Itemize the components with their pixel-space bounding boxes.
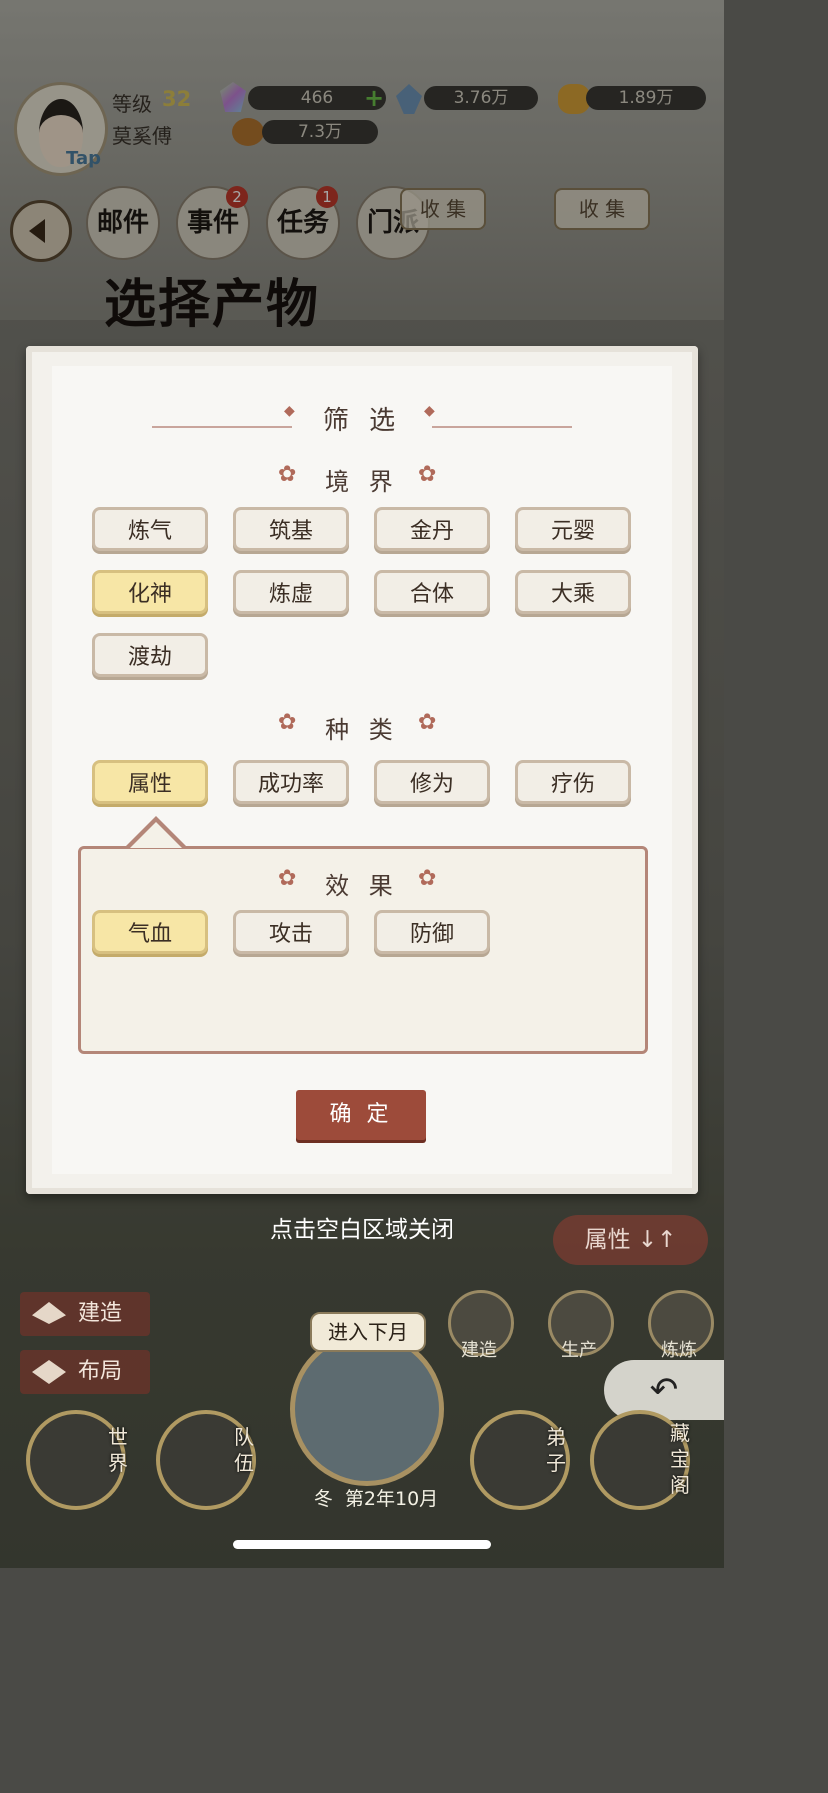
build-label: 建造 — [78, 1301, 123, 1326]
diamond-icon: ◆ — [284, 403, 295, 419]
realm-option[interactable]: 金丹 — [374, 507, 490, 551]
side-forge-label: 炼炼 — [661, 1340, 697, 1361]
world-label: 世界 — [108, 1425, 128, 1475]
realm-option[interactable]: 元婴 — [515, 507, 631, 551]
sort-button[interactable]: 属性 ↓↑ — [553, 1215, 708, 1265]
type-option[interactable]: 成功率 — [233, 760, 349, 804]
side-produce-label: 生产 — [561, 1340, 597, 1361]
treasure-pavilion-label: 藏宝阁 — [670, 1421, 690, 1497]
effect-option[interactable]: 攻击 — [233, 910, 349, 954]
effect-option-selected[interactable]: 气血 — [92, 910, 208, 954]
date-label: 第2年10月 — [344, 1488, 439, 1510]
type-option[interactable]: 疗伤 — [515, 760, 631, 804]
disciples-label: 弟子 — [546, 1425, 566, 1475]
filter-title: 筛 选 — [322, 406, 402, 436]
flower-icon: ✿ — [278, 710, 297, 735]
type-title: 种 类 — [325, 716, 399, 744]
home-indicator[interactable] — [233, 1540, 491, 1549]
realm-title: 境 界 — [325, 468, 399, 496]
realm-option[interactable]: 炼虚 — [233, 570, 349, 614]
header-divider-left — [152, 426, 292, 428]
layout-label: 布局 — [78, 1359, 123, 1384]
realm-option[interactable]: 大乘 — [515, 570, 631, 614]
flower-icon: ✿ — [278, 462, 297, 487]
side-build-label: 建造 — [461, 1340, 497, 1361]
type-option[interactable]: 修为 — [374, 760, 490, 804]
realm-option[interactable]: 筑基 — [233, 507, 349, 551]
season-dial[interactable] — [290, 1332, 444, 1486]
return-arrow-icon[interactable]: ↶ — [604, 1360, 724, 1420]
realm-option[interactable]: 合体 — [374, 570, 490, 614]
header-divider-right — [432, 426, 572, 428]
effect-option[interactable]: 防御 — [374, 910, 490, 954]
confirm-button[interactable]: 确 定 — [296, 1090, 426, 1140]
season-label: 冬 — [313, 1488, 333, 1510]
diamond-icon: ◆ — [424, 403, 435, 419]
effect-title: 效 果 — [325, 872, 399, 900]
realm-option[interactable]: 渡劫 — [92, 633, 208, 677]
realm-option[interactable]: 炼气 — [92, 507, 208, 551]
realm-option-selected[interactable]: 化神 — [92, 570, 208, 614]
subpanel-pointer-fill — [130, 822, 182, 848]
type-option-selected[interactable]: 属性 — [92, 760, 208, 804]
game-date: 冬 第2年10月 — [296, 1484, 456, 1511]
team-label: 队伍 — [234, 1425, 254, 1475]
flower-icon: ✿ — [278, 866, 297, 891]
next-month-button[interactable]: 进入下月 — [310, 1312, 426, 1352]
